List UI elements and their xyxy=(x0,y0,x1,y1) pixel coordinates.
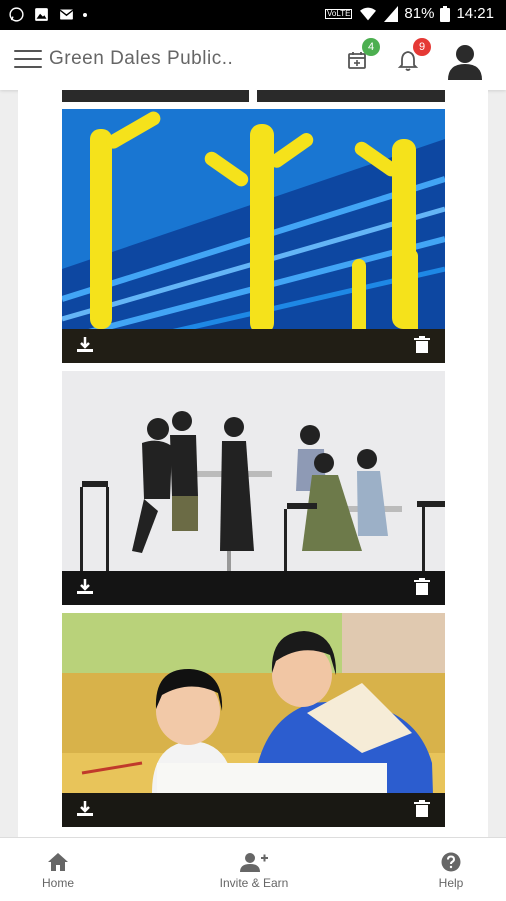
signal-icon xyxy=(384,5,399,22)
bottom-navigation: Home Invite & Earn Help xyxy=(0,837,506,901)
volte-indicator: VoLTE xyxy=(325,8,353,19)
notifications-button[interactable]: 9 xyxy=(393,38,431,75)
gallery-card[interactable] xyxy=(62,613,445,827)
nav-invite-earn[interactable]: Invite & Earn xyxy=(199,838,309,901)
add-user-icon xyxy=(240,853,268,872)
more-notifications-dot xyxy=(83,12,87,17)
download-icon[interactable] xyxy=(76,336,94,354)
gallery-container xyxy=(18,90,488,837)
page-title: Green Dales Public.. xyxy=(49,48,234,69)
yellow-tube-sculptures-photo[interactable] xyxy=(62,109,445,363)
menu-icon xyxy=(14,50,42,52)
card-actions xyxy=(62,329,445,363)
battery-percent: 81% xyxy=(404,5,435,22)
menu-button[interactable] xyxy=(14,50,42,70)
calendar-badge: 4 xyxy=(362,38,380,56)
nav-help[interactable]: Help xyxy=(416,838,486,901)
app-bar: Green Dales Public.. 4 9 xyxy=(0,30,506,90)
avatar[interactable] xyxy=(444,40,486,82)
previous-card-actions xyxy=(62,90,249,102)
clock: 14:21 xyxy=(456,5,494,22)
trash-icon[interactable] xyxy=(413,336,431,354)
trash-icon[interactable] xyxy=(413,578,431,596)
download-icon[interactable] xyxy=(76,800,94,818)
gallery-card[interactable] xyxy=(62,371,445,605)
nav-help-label: Help xyxy=(438,876,464,890)
mail-icon xyxy=(59,9,74,20)
download-icon[interactable] xyxy=(76,578,94,596)
card-actions xyxy=(62,571,445,605)
card-actions xyxy=(62,793,445,827)
gallery-card[interactable] xyxy=(62,109,445,363)
nav-home[interactable]: Home xyxy=(22,838,94,901)
gallery-icon xyxy=(35,8,48,21)
wifi-icon xyxy=(360,7,377,20)
whatsapp-icon xyxy=(9,7,24,22)
help-icon xyxy=(441,852,461,872)
notification-badge: 9 xyxy=(413,38,431,56)
previous-card-actions xyxy=(257,90,445,102)
home-icon xyxy=(48,853,68,871)
nav-invite-earn-label: Invite & Earn xyxy=(219,876,289,890)
battery-icon xyxy=(440,5,451,22)
nav-home-label: Home xyxy=(41,876,74,890)
people-at-table-photo[interactable] xyxy=(62,371,445,605)
trash-icon[interactable] xyxy=(413,800,431,818)
calendar-button[interactable]: 4 xyxy=(342,38,380,75)
status-bar: VoLTE 81% 14:21 xyxy=(0,0,506,30)
